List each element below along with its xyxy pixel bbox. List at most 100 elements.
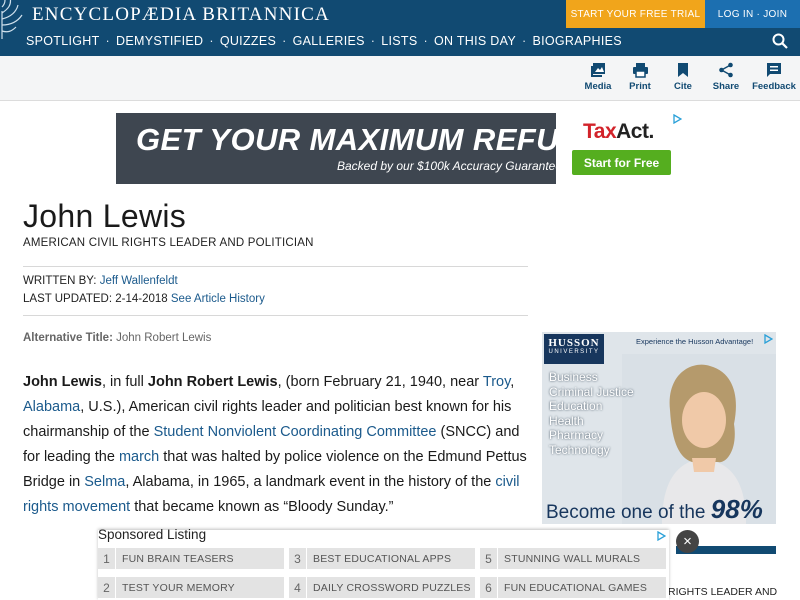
nav-spotlight[interactable]: SPOTLIGHT <box>26 34 100 48</box>
nav-on-this-day[interactable]: ON THIS DAY <box>434 34 516 48</box>
ad-headline: GET YOUR MAXIMUM REFUND. <box>136 122 614 157</box>
nav-quizzes[interactable]: QUIZZES <box>220 34 276 48</box>
item-number: 3 <box>289 547 307 570</box>
brand-name: ENCYCLOPÆDIA BRITANNICA <box>32 4 330 25</box>
item-number: 4 <box>289 576 307 599</box>
item-text: STUNNING WALL MURALS <box>504 552 641 565</box>
cite-button[interactable]: Cite <box>659 62 707 92</box>
text: that became known as “Bloody Sunday.” <box>130 499 394 515</box>
program-item: Health <box>549 413 584 428</box>
item-text: DAILY CROSSWORD PUZZLES <box>313 581 471 594</box>
divider <box>23 266 528 267</box>
media-icon <box>591 63 605 77</box>
husson-name: HUSSON <box>548 337 600 349</box>
nav-galleries[interactable]: GALLERIES <box>293 34 365 48</box>
alt-title-value: John Robert Lewis <box>116 332 212 344</box>
page-title: John Lewis <box>23 198 187 234</box>
written-by-label: WRITTEN BY: <box>23 275 97 287</box>
adchoices-icon[interactable] <box>656 531 666 541</box>
main-nav: SPOTLIGHT · DEMYSTIFIED · QUIZZES · GALL… <box>26 31 622 51</box>
become-text: Become one of the <box>546 502 706 523</box>
last-updated: LAST UPDATED: 2-14-2018 See Article Hist… <box>23 293 265 305</box>
program-item: Criminal Justice <box>549 384 634 399</box>
feedback-button[interactable]: Feedback <box>750 62 798 92</box>
print-label: Print <box>629 81 651 92</box>
brand-logo[interactable]: ENCYCLOPÆDIA BRITANNICA <box>0 0 330 39</box>
husson-logo: HUSSON UNIVERSITY <box>544 334 604 364</box>
text: , Alabama, in 1965, a landmark event in … <box>125 474 496 490</box>
sponsored-listing: Sponsored Listing 1 FUN BRAIN TEASERS 2 TE… <box>98 527 669 600</box>
program-list: Business Criminal Justice Education Heal… <box>549 370 634 458</box>
sponsored-item[interactable]: 5 STUNNING WALL MURALS <box>480 547 666 570</box>
sponsored-label: Sponsored Listing <box>98 527 207 542</box>
program-item: Education <box>549 399 603 414</box>
thistle-logo-icon <box>1 0 23 39</box>
sidebar-summary-text: RIGHTS LEADER AND <box>668 586 778 598</box>
feedback-icon <box>767 63 781 77</box>
nav-separator: · <box>423 34 428 48</box>
search-icon[interactable] <box>772 33 788 49</box>
nav-separator: · <box>105 34 111 48</box>
link-selma[interactable]: Selma <box>84 474 125 490</box>
media-label: Media <box>584 81 612 92</box>
bold-full-name: John Robert Lewis <box>147 374 278 390</box>
taxact-logo: TaxAct. <box>583 120 654 144</box>
media-button[interactable]: Media <box>574 62 622 92</box>
nav-separator: · <box>521 34 527 48</box>
link-troy[interactable]: Troy <box>483 374 510 390</box>
link-alabama[interactable]: Alabama <box>23 399 80 415</box>
taxact-logo-part1: Tax <box>583 120 617 143</box>
byline: WRITTEN BY: Jeff Wallenfeldt <box>23 275 178 287</box>
text: , <box>510 374 515 390</box>
link-march[interactable]: march <box>119 449 159 465</box>
feedback-label: Feedback <box>752 81 796 92</box>
free-trial-button[interactable]: START YOUR FREE TRIAL <box>566 0 705 28</box>
side-ad[interactable]: HUSSON UNIVERSITY Experience the Husson … <box>542 332 776 524</box>
item-number: 5 <box>480 547 498 570</box>
share-button[interactable]: Share <box>702 62 750 92</box>
sponsored-item[interactable]: 3 BEST EDUCATIONAL APPS <box>289 547 475 570</box>
ad-cta-button[interactable]: Start for Free <box>572 150 671 175</box>
print-icon <box>632 63 648 78</box>
item-text: BEST EDUCATIONAL APPS <box>313 552 452 565</box>
close-icon[interactable]: × <box>676 530 699 553</box>
item-number: 1 <box>98 547 116 570</box>
nav-separator: · <box>209 34 214 48</box>
text: , (born February 21, 1940, near <box>277 374 483 390</box>
article-paragraph: John Lewis, in full John Robert Lewis, (… <box>23 370 528 520</box>
sponsored-item[interactable]: 4 DAILY CROSSWORD PUZZLES <box>289 576 475 599</box>
nav-biographies[interactable]: BIOGRAPHIES <box>532 34 621 48</box>
share-icon <box>719 62 733 78</box>
nav-demystified[interactable]: DEMYSTIFIED <box>116 34 203 48</box>
sponsored-item[interactable]: 2 TEST YOUR MEMORY <box>98 576 284 599</box>
author-link[interactable]: Jeff Wallenfeldt <box>100 275 178 287</box>
item-text: FUN EDUCATIONAL GAMES <box>504 581 648 594</box>
login-join-button[interactable]: LOG IN · JOIN <box>705 0 800 28</box>
nav-lists[interactable]: LISTS <box>381 34 417 48</box>
ad-tagline: Experience the Husson Advantage! <box>636 337 754 346</box>
page-subtitle: AMERICAN CIVIL RIGHTS LEADER AND POLITIC… <box>23 237 314 249</box>
link-sncc[interactable]: Student Nonviolent Coordinating Committe… <box>154 424 437 440</box>
program-item: Pharmacy <box>549 428 604 443</box>
taxact-logo-part2: Act. <box>616 120 654 143</box>
program-item: Business <box>549 370 598 384</box>
percent-text: 98% <box>710 494 763 524</box>
alt-title-label: Alternative Title: <box>23 332 113 344</box>
banner-ad[interactable]: GET YOUR MAXIMUM REFUND. Backed by our $… <box>116 113 684 184</box>
nav-separator: · <box>282 34 287 48</box>
text: , in full <box>101 374 148 390</box>
ad-brand-panel: TaxAct. Start for Free <box>556 113 684 184</box>
top-bar: ENCYCLOPÆDIA BRITANNICA START YOUR FREE … <box>0 0 800 56</box>
share-label: Share <box>712 81 740 92</box>
sponsored-item[interactable]: 6 FUN EDUCATIONAL GAMES <box>480 576 666 599</box>
article-history-link[interactable]: See Article History <box>171 293 265 305</box>
adchoices-icon[interactable] <box>763 334 773 344</box>
alternative-title: Alternative Title: John Robert Lewis <box>23 332 211 344</box>
print-button[interactable]: Print <box>616 62 664 92</box>
sponsored-item[interactable]: 1 FUN BRAIN TEASERS <box>98 547 284 570</box>
adchoices-icon[interactable] <box>672 114 682 124</box>
updated-label: LAST UPDATED: <box>23 293 113 305</box>
nav-separator: · <box>370 34 376 48</box>
item-text: TEST YOUR MEMORY <box>122 581 235 594</box>
ad-become: Become one of the 98% <box>546 494 763 524</box>
